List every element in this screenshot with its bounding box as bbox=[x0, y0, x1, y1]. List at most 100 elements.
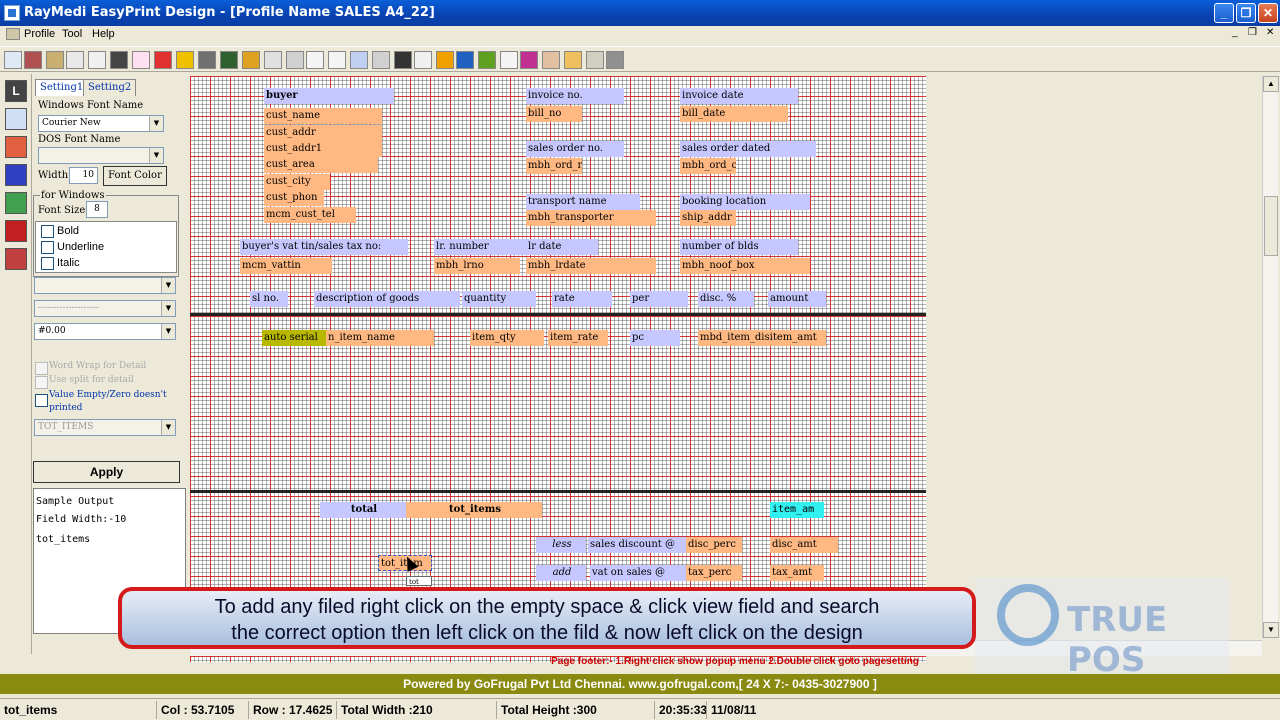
field-invoice-no-label[interactable]: invoice no. bbox=[526, 88, 624, 104]
band-divider-footer[interactable] bbox=[190, 490, 926, 493]
cut-icon[interactable] bbox=[264, 51, 282, 69]
minimize-button[interactable]: _ bbox=[1214, 3, 1234, 23]
field-cust-phon[interactable]: cust_phon bbox=[264, 190, 324, 206]
scroll-up-icon[interactable]: ▲ bbox=[1263, 76, 1279, 92]
puzzle-icon[interactable] bbox=[478, 51, 496, 69]
menu-profile[interactable]: Profile bbox=[24, 28, 55, 40]
field-item-rate[interactable]: item_rate bbox=[548, 330, 608, 346]
list-icon[interactable] bbox=[66, 51, 84, 69]
field-ship-addr[interactable]: ship_addr bbox=[680, 210, 736, 226]
format-select[interactable]: #0.00 ▼ bbox=[34, 323, 176, 340]
field-booking-location-label[interactable]: booking location bbox=[680, 194, 810, 210]
field-cust-area[interactable]: cust_area bbox=[264, 157, 378, 173]
dos-font-select[interactable]: ▼ bbox=[38, 147, 164, 164]
layout-icon[interactable]: L bbox=[5, 80, 27, 102]
chevron-down-icon[interactable]: ▼ bbox=[161, 278, 175, 293]
field-item-amt[interactable]: mbd_item_disitem_amt bbox=[698, 330, 826, 346]
field-add-label[interactable]: add bbox=[536, 565, 586, 581]
field-bill-no[interactable]: bill_no bbox=[526, 106, 582, 122]
image-icon[interactable] bbox=[220, 51, 238, 69]
mdi-minimize-icon[interactable]: _ bbox=[1232, 27, 1238, 38]
field-item-name[interactable]: n_item_name bbox=[326, 330, 434, 346]
grid-icon[interactable] bbox=[372, 51, 390, 69]
field-sales-discount-label[interactable]: sales discount @ bbox=[588, 537, 686, 553]
field-invoice-date-label[interactable]: invoice date bbox=[680, 88, 798, 104]
chart-icon[interactable] bbox=[520, 51, 538, 69]
mdi-restore-icon[interactable]: ❐ bbox=[1248, 27, 1257, 38]
scroll-thumb[interactable] bbox=[1264, 196, 1278, 256]
tools-icon[interactable] bbox=[542, 51, 560, 69]
close-button[interactable]: ✕ bbox=[1258, 3, 1278, 23]
field-buyer[interactable]: buyer bbox=[264, 88, 394, 104]
field-lr-number-label[interactable]: lr. number bbox=[434, 239, 530, 255]
value-empty-checkbox[interactable] bbox=[35, 394, 48, 407]
width-input[interactable]: 10 bbox=[69, 167, 98, 184]
resize-icon[interactable] bbox=[414, 51, 432, 69]
separator-select[interactable]: -------------------- ▼ bbox=[34, 300, 176, 317]
new-icon[interactable] bbox=[4, 51, 22, 69]
field-mbh-ord-no[interactable]: mbh_ord_r bbox=[526, 158, 582, 174]
table-icon[interactable] bbox=[5, 108, 27, 130]
col-description[interactable]: description of goods bbox=[314, 291, 460, 307]
field-total-label[interactable]: total bbox=[320, 502, 406, 518]
report-icon[interactable] bbox=[328, 51, 346, 69]
document-icon-2[interactable] bbox=[306, 51, 324, 69]
use-split-checkbox[interactable] bbox=[35, 376, 48, 389]
field-disc-perc[interactable]: disc_perc bbox=[686, 537, 742, 553]
field-mbh-lrdate[interactable]: mbh_lrdate bbox=[526, 258, 656, 274]
file-icon[interactable] bbox=[500, 51, 518, 69]
field-mbh-noof-box[interactable]: mbh_noof_box bbox=[680, 258, 810, 274]
col-amount[interactable]: amount bbox=[768, 291, 826, 307]
field-tax-perc[interactable]: tax_perc bbox=[686, 565, 742, 581]
field-less-label[interactable]: less bbox=[536, 537, 586, 553]
apply-button[interactable]: Apply bbox=[33, 461, 180, 483]
field-cust-city[interactable]: cust_city bbox=[264, 174, 330, 190]
pie-icon[interactable] bbox=[5, 136, 27, 158]
vertical-scrollbar[interactable]: ▲ ▼ bbox=[1262, 76, 1279, 638]
col-sl-no[interactable]: sl no. bbox=[250, 291, 288, 307]
globe-icon[interactable] bbox=[456, 51, 474, 69]
text-icon[interactable] bbox=[5, 164, 27, 186]
field-tot-items[interactable]: tot_items bbox=[406, 502, 542, 518]
chevron-down-icon[interactable]: ▼ bbox=[161, 301, 175, 316]
monitor-icon[interactable] bbox=[110, 51, 128, 69]
user-icon[interactable] bbox=[242, 51, 260, 69]
app-icon[interactable] bbox=[4, 5, 20, 21]
field-auto-serial[interactable]: auto serial bbox=[262, 330, 326, 346]
field-mbh-lrno[interactable]: mbh_lrno bbox=[434, 258, 520, 274]
tab-setting2[interactable]: Setting2 bbox=[83, 79, 137, 96]
clock-icon[interactable] bbox=[564, 51, 582, 69]
tab-setting1[interactable]: Setting1 bbox=[35, 79, 89, 96]
chevron-down-icon[interactable]: ▼ bbox=[161, 324, 175, 339]
field-sales-order-no-label[interactable]: sales order no. bbox=[526, 141, 624, 157]
field-cust-name[interactable]: cust_name bbox=[264, 108, 382, 124]
field-mbh-transporter[interactable]: mbh_transporter bbox=[526, 210, 656, 226]
note-icon[interactable] bbox=[176, 51, 194, 69]
field-mcm-vattin[interactable]: mcm_vattin bbox=[240, 258, 332, 274]
field-item-qty[interactable]: item_qty bbox=[470, 330, 544, 346]
field-cust-addr[interactable]: cust_addr bbox=[264, 125, 382, 141]
printer-icon[interactable] bbox=[606, 51, 624, 69]
field-disc-amt[interactable]: disc_amt bbox=[770, 537, 838, 553]
italic-checkbox[interactable] bbox=[41, 257, 54, 270]
field-bill-date[interactable]: bill_date bbox=[680, 106, 788, 122]
font-size-input[interactable]: 8 bbox=[86, 201, 108, 218]
chevron-down-icon[interactable]: ▼ bbox=[161, 420, 175, 435]
dots-icon[interactable] bbox=[5, 220, 27, 242]
design-canvas[interactable]: buyer cust_name cust_addr cust_addr1 cus… bbox=[190, 76, 926, 662]
chevron-down-icon[interactable]: ▼ bbox=[149, 148, 163, 163]
field-pc[interactable]: pc bbox=[630, 330, 680, 346]
document-icon[interactable] bbox=[6, 28, 20, 40]
field-lr-date-label[interactable]: lr date bbox=[526, 239, 598, 255]
flag-icon[interactable] bbox=[5, 248, 27, 270]
col-rate[interactable]: rate bbox=[552, 291, 612, 307]
paint-icon[interactable] bbox=[436, 51, 454, 69]
field-mbh-ord-dated[interactable]: mbh_ord_c bbox=[680, 158, 736, 174]
field-sales-order-dated-label[interactable]: sales order dated bbox=[680, 141, 816, 157]
bold-checkbox[interactable] bbox=[41, 225, 54, 238]
field-vat-on-sales-label[interactable]: vat on sales @ bbox=[590, 565, 686, 581]
eraser-icon[interactable] bbox=[132, 51, 150, 69]
mdi-close-icon[interactable]: ✕ bbox=[1266, 27, 1274, 38]
align-icon[interactable] bbox=[350, 51, 368, 69]
windows-font-select[interactable]: Courier New ▼ bbox=[38, 115, 164, 132]
